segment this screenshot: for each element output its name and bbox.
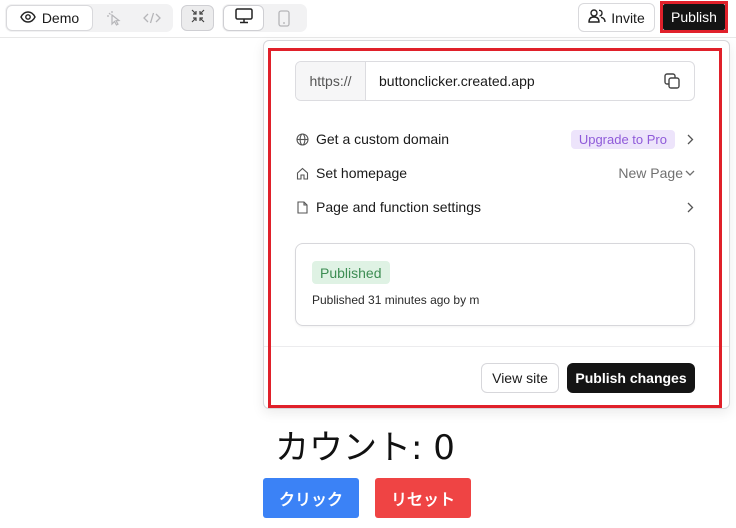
demo-button[interactable]: Demo	[6, 5, 93, 31]
page-settings-label: Page and function settings	[316, 199, 482, 215]
url-protocol: https://	[296, 62, 366, 100]
desktop-icon	[234, 7, 253, 29]
demo-label: Demo	[41, 10, 80, 26]
page-settings-row[interactable]: Page and function settings	[295, 194, 695, 220]
upgrade-pro-badge[interactable]: Upgrade to Pro	[570, 129, 675, 149]
click-button[interactable]: クリック	[263, 478, 359, 518]
popover-divider	[264, 346, 729, 347]
homepage-select[interactable]: New Page	[618, 165, 695, 181]
invite-button[interactable]: Invite	[578, 3, 655, 32]
published-meta-text: Published 31 minutes ago by m	[312, 293, 480, 307]
reset-button[interactable]: リセット	[375, 478, 471, 518]
users-icon	[588, 9, 606, 26]
device-toggle-group	[222, 4, 307, 32]
code-icon[interactable]	[143, 9, 161, 27]
mode-toggle-group: Demo	[5, 4, 173, 32]
chevron-right-icon	[685, 133, 695, 145]
custom-domain-label: Get a custom domain	[316, 131, 450, 147]
collapse-icon	[191, 9, 205, 28]
view-site-button[interactable]: View site	[481, 363, 559, 393]
eye-icon	[20, 10, 36, 26]
homepage-row[interactable]: Set homepage New Page	[295, 160, 695, 186]
custom-domain-row[interactable]: Get a custom domain Upgrade to Pro	[295, 126, 695, 152]
publish-status-card: Published Published 31 minutes ago by m	[295, 243, 695, 326]
publish-button[interactable]: Publish	[663, 4, 725, 30]
publish-button-highlight: Publish	[660, 1, 728, 33]
top-toolbar: Demo Invite Publish	[0, 0, 736, 38]
chevron-right-icon	[685, 201, 695, 213]
homepage-label: Set homepage	[316, 165, 408, 181]
collapse-button[interactable]	[181, 5, 214, 31]
url-value[interactable]: buttonclicker.created.app	[379, 62, 535, 100]
invite-label: Invite	[611, 9, 645, 26]
published-status-badge: Published	[312, 261, 390, 284]
counter-display: カウント: 0	[275, 428, 455, 468]
chevron-down-icon	[685, 167, 695, 179]
cursor-click-icon[interactable]	[105, 9, 123, 27]
copy-icon[interactable]	[664, 73, 680, 89]
mobile-icon[interactable]	[274, 9, 294, 27]
publish-changes-button[interactable]: Publish changes	[567, 363, 695, 393]
globe-icon	[295, 132, 309, 146]
site-url-field[interactable]: https:// buttonclicker.created.app	[295, 61, 695, 101]
home-icon	[295, 166, 309, 180]
file-icon	[295, 200, 309, 214]
desktop-view-button[interactable]	[223, 5, 264, 31]
homepage-value: New Page	[618, 165, 683, 181]
